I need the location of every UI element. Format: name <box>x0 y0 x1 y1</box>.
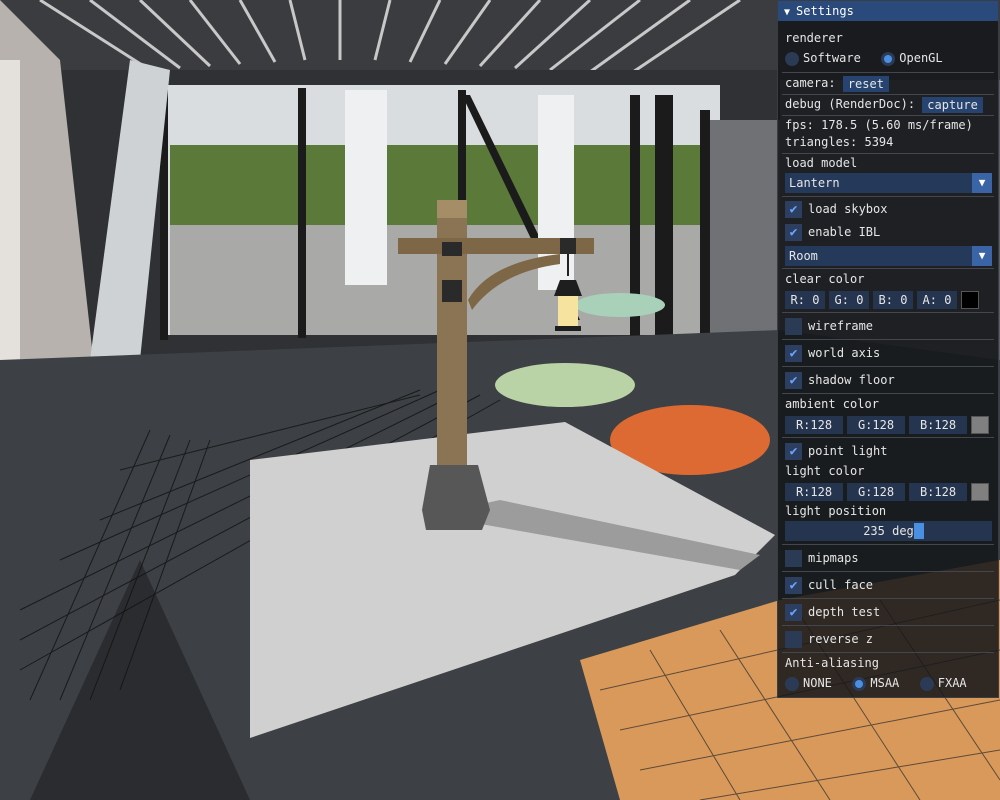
ambient-color-label: ambient color <box>785 397 879 411</box>
light-color-b[interactable]: B:128 <box>909 482 967 501</box>
light-color-g[interactable]: G:128 <box>847 482 905 501</box>
debug-row: debug (RenderDoc): capture <box>785 94 992 114</box>
wireframe-checkbox[interactable]: wireframe <box>785 316 992 336</box>
checkmark-icon[interactable]: ✔ <box>785 443 802 460</box>
shadow-floor-label: shadow floor <box>808 373 895 387</box>
light-color-label: light color <box>785 464 865 478</box>
camera-label: camera: <box>785 76 836 90</box>
radio-software[interactable] <box>785 51 799 66</box>
radio-none[interactable] <box>785 676 799 691</box>
checkbox-box[interactable] <box>785 318 802 335</box>
light-color-r[interactable]: R:128 <box>785 482 843 501</box>
radio-none-label: NONE <box>803 676 832 690</box>
mipmaps-label: mipmaps <box>808 551 859 565</box>
slider-grab-handle[interactable] <box>914 523 924 539</box>
load-skybox-checkbox[interactable]: ✔ load skybox <box>785 199 992 219</box>
clear-color-g[interactable]: G: 0 <box>829 290 869 309</box>
radio-opengl[interactable] <box>881 51 896 66</box>
renderdoc-capture-button[interactable]: capture <box>922 96 983 113</box>
debug-label: debug (RenderDoc): <box>785 97 916 111</box>
checkmark-icon[interactable]: ✔ <box>785 372 802 389</box>
clear-color-b[interactable]: B: 0 <box>873 290 913 309</box>
load-model-label: load model <box>785 156 858 170</box>
checkmark-icon[interactable]: ✔ <box>785 345 802 362</box>
divider <box>782 366 994 367</box>
anti-aliasing-label: Anti-aliasing <box>785 656 879 670</box>
clear-color-fields: R: 0 G: 0 B: 0 A: 0 <box>785 289 992 309</box>
settings-title: Settings <box>796 4 854 18</box>
point-light-checkbox[interactable]: ✔ point light <box>785 441 992 461</box>
enable-ibl-checkbox[interactable]: ✔ enable IBL <box>785 222 992 242</box>
radio-msaa[interactable] <box>852 676 867 691</box>
ibl-select[interactable]: Room ▼ <box>785 246 992 266</box>
anti-aliasing-options: NONE MSAA FXAA <box>785 673 992 693</box>
divider <box>782 196 994 197</box>
camera-reset-button[interactable]: reset <box>842 75 889 92</box>
divider <box>782 339 994 340</box>
dropdown-arrow-icon[interactable]: ▼ <box>972 173 992 193</box>
checkmark-icon[interactable]: ✔ <box>785 604 802 621</box>
renderer-options: Software OpenGL <box>785 48 992 68</box>
radio-msaa-label: MSAA <box>870 676 900 690</box>
clear-color-a[interactable]: A: 0 <box>917 290 957 309</box>
mipmaps-checkbox[interactable]: mipmaps <box>785 548 992 568</box>
depth-test-label: depth test <box>808 605 881 619</box>
light-color-swatch[interactable] <box>971 482 989 501</box>
reverse-z-checkbox[interactable]: reverse z <box>785 629 992 649</box>
radio-opengl-label: OpenGL <box>899 51 943 65</box>
reverse-z-label: reverse z <box>808 632 874 646</box>
depth-test-checkbox[interactable]: ✔ depth test <box>785 602 992 622</box>
radio-fxaa[interactable] <box>919 676 934 691</box>
checkmark-icon[interactable]: ✔ <box>785 201 802 218</box>
settings-title-bar[interactable]: ▼ Settings <box>778 1 998 21</box>
ambient-color-g[interactable]: G:128 <box>847 415 905 434</box>
divider <box>782 571 994 572</box>
cull-face-label: cull face <box>808 578 874 592</box>
clear-color-swatch[interactable] <box>961 290 979 309</box>
dropdown-arrow-icon[interactable]: ▼ <box>972 246 992 266</box>
checkmark-icon[interactable]: ✔ <box>785 577 802 594</box>
light-position-label: light position <box>785 504 887 518</box>
world-axis-label: world axis <box>808 346 881 360</box>
model-select[interactable]: Lantern ▼ <box>785 173 992 193</box>
ambient-color-b[interactable]: B:128 <box>909 415 967 434</box>
divider <box>782 437 994 438</box>
collapse-triangle-icon[interactable]: ▼ <box>784 3 790 23</box>
radio-software-label: Software <box>803 51 861 65</box>
settings-panel: ▼ Settings renderer Software OpenGL camer… <box>777 0 999 698</box>
divider <box>782 544 994 545</box>
checkbox-box[interactable] <box>785 550 802 567</box>
shadow-floor-checkbox[interactable]: ✔ shadow floor <box>785 370 992 390</box>
divider <box>782 312 994 313</box>
ambient-color-swatch[interactable] <box>971 415 989 434</box>
renderer-label: renderer <box>785 31 843 45</box>
checkbox-box[interactable] <box>785 631 802 648</box>
light-position-value: 235 deg <box>863 524 914 538</box>
divider <box>782 625 994 626</box>
camera-row: camera: reset <box>785 73 992 93</box>
point-light-label: point light <box>808 444 888 458</box>
ambient-color-r[interactable]: R:128 <box>785 415 843 434</box>
divider <box>782 598 994 599</box>
light-color-fields: R:128 G:128 B:128 <box>785 481 992 501</box>
light-position-slider[interactable]: 235 deg <box>785 521 992 541</box>
wireframe-label: wireframe <box>808 319 874 333</box>
radio-fxaa-label: FXAA <box>937 676 967 690</box>
triangles-text: triangles: 5394 <box>785 135 894 149</box>
clear-color-r[interactable]: R: 0 <box>785 290 825 309</box>
world-axis-checkbox[interactable]: ✔ world axis <box>785 343 992 363</box>
enable-ibl-label: enable IBL <box>808 225 881 239</box>
model-select-value: Lantern <box>789 176 840 190</box>
checkmark-icon[interactable]: ✔ <box>785 224 802 241</box>
clear-color-label: clear color <box>785 272 865 286</box>
ambient-color-fields: R:128 G:128 B:128 <box>785 414 992 434</box>
cull-face-checkbox[interactable]: ✔ cull face <box>785 575 992 595</box>
load-skybox-label: load skybox <box>808 202 888 216</box>
ibl-select-value: Room <box>789 249 818 263</box>
